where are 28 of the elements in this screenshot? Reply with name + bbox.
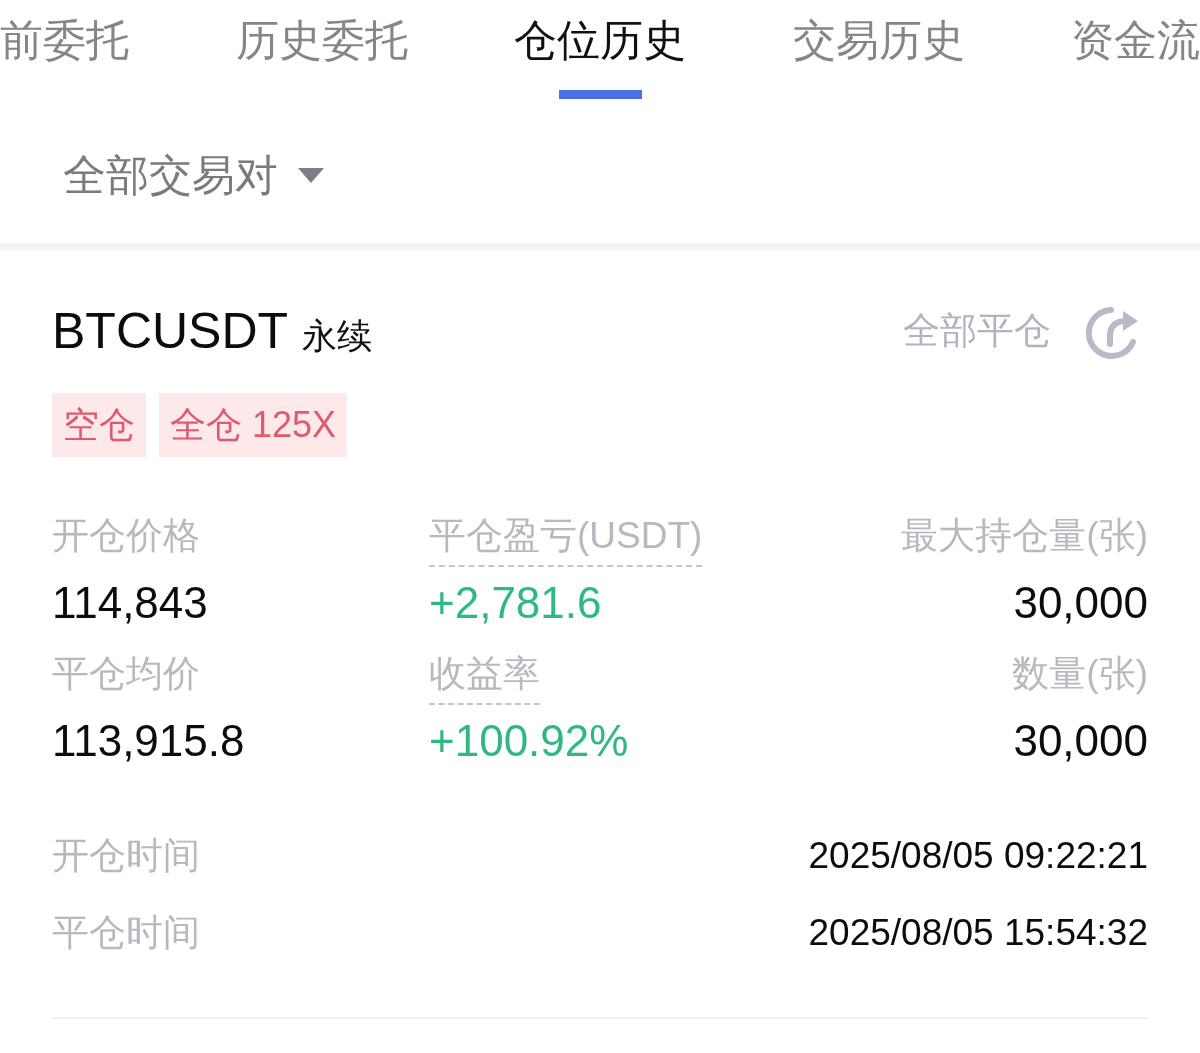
stat-label: 平仓均价 (52, 652, 200, 696)
contract-type-label: 永续 (302, 315, 373, 357)
stat-label: 平仓盈亏(USDT) (429, 507, 703, 567)
time-label: 开仓时间 (52, 833, 200, 878)
caret-icon (298, 167, 324, 183)
stat-value: +2,781.6 (429, 577, 602, 629)
tab[interactable]: 资金流 (1071, 0, 1200, 100)
tab[interactable]: 仓位历史 (514, 0, 686, 100)
time-value: 2025/08/05 09:22:21 (808, 833, 1148, 878)
position-tag: 全仓 125X (159, 393, 348, 457)
close-all-button[interactable]: 全部平仓 (903, 306, 1051, 356)
tab[interactable]: 历史委托 (235, 0, 408, 100)
stat-label: 开仓价格 (52, 514, 200, 558)
stat-value: 30,000 (1013, 577, 1148, 629)
stat-value: 30,000 (1013, 715, 1148, 767)
stat-label: 最大持仓量(张) (901, 514, 1148, 558)
stat-label: 数量(张) (1012, 652, 1148, 696)
symbol-title: BTCUSDT (52, 302, 289, 361)
stat-value: 113,915.8 (52, 715, 245, 767)
stat-label: 收益率 (429, 645, 540, 705)
stat-value: 114,843 (52, 577, 208, 629)
tab[interactable]: 前委托 (0, 0, 129, 100)
time-label: 平仓时间 (52, 910, 200, 955)
time-value: 2025/08/05 15:54:32 (808, 910, 1148, 955)
pair-filter-dropdown[interactable]: 全部交易对 (63, 145, 324, 205)
stat-value: +100.92% (429, 715, 629, 767)
position-tag: 空仓 (52, 393, 146, 457)
tab[interactable]: 交易历史 (792, 0, 965, 100)
